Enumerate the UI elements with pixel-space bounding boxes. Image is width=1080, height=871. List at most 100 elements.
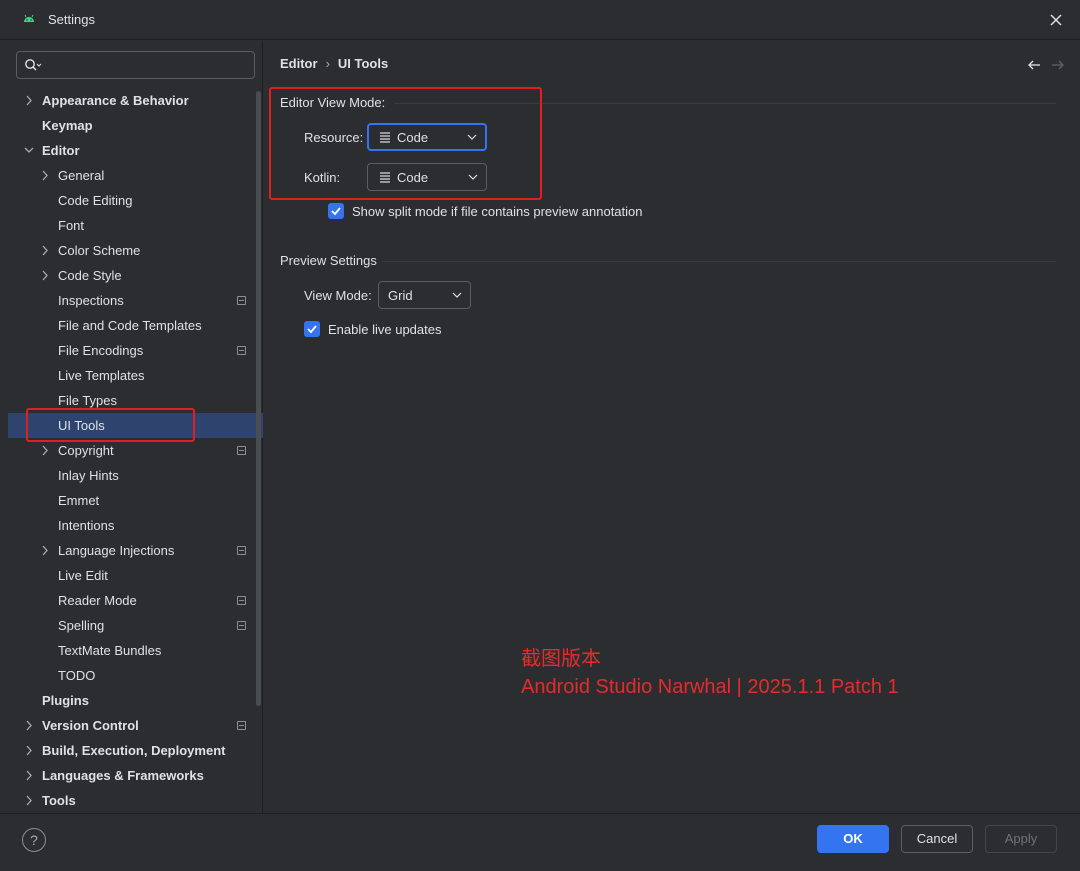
search-input[interactable] <box>16 51 255 79</box>
sidebar-item-reader-mode[interactable]: Reader Mode <box>8 588 263 613</box>
view-mode-value: Grid <box>388 288 413 303</box>
sidebar-item-label: Languages & Frameworks <box>42 768 204 783</box>
project-level-icon <box>237 721 246 730</box>
sidebar-item-label: Appearance & Behavior <box>42 93 189 108</box>
chevron-right-icon[interactable] <box>22 713 36 738</box>
title-bar: Settings <box>0 0 1080 40</box>
sidebar-item-label: Spelling <box>58 618 105 633</box>
group-divider <box>382 261 1056 262</box>
project-level-icon <box>237 621 246 630</box>
project-level-icon <box>237 446 246 455</box>
sidebar-item-label: Live Templates <box>58 368 145 383</box>
live-updates-label[interactable]: Enable live updates <box>328 322 441 337</box>
breadcrumb-separator: › <box>325 56 330 71</box>
sidebar-item-code-style[interactable]: Code Style <box>8 263 263 288</box>
sidebar-item-emmet[interactable]: Emmet <box>8 488 263 513</box>
version-note-title: 截图版本 <box>521 648 601 670</box>
checkmark-icon <box>307 325 317 334</box>
apply-button[interactable]: Apply <box>985 825 1057 853</box>
live-updates-checkbox[interactable] <box>304 321 320 337</box>
sidebar-item-label: Intentions <box>58 518 115 533</box>
split-mode-checkbox[interactable] <box>328 203 344 219</box>
sidebar-item-inlay-hints[interactable]: Inlay Hints <box>8 463 263 488</box>
sidebar-item-intentions[interactable]: Intentions <box>8 513 263 538</box>
sidebar-item-spelling[interactable]: Spelling <box>8 613 263 638</box>
chevron-right-icon[interactable] <box>22 788 36 813</box>
sidebar-scrollbar[interactable] <box>256 91 261 706</box>
preview-settings-title: Preview Settings <box>280 253 377 268</box>
settings-tree: Appearance & Behavior Keymap Editor General… <box>8 88 263 813</box>
sidebar-item-label: Language Injections <box>58 543 175 558</box>
checkmark-icon <box>331 207 341 216</box>
breadcrumb-current: UI Tools <box>337 56 389 71</box>
ok-button[interactable]: OK <box>817 825 889 853</box>
chevron-right-icon[interactable] <box>38 163 52 188</box>
sidebar-item-label: File and Code Templates <box>58 318 202 333</box>
breadcrumb: Editor › UI Tools <box>280 56 388 71</box>
sidebar-item-font[interactable]: Font <box>8 213 263 238</box>
sidebar-item-plugins[interactable]: Plugins <box>8 688 263 713</box>
sidebar-item-keymap[interactable]: Keymap <box>8 113 263 138</box>
ui-tools-highlight <box>26 408 195 442</box>
chevron-right-icon[interactable] <box>38 263 52 288</box>
sidebar-item-textmate-bundles[interactable]: TextMate Bundles <box>8 638 263 663</box>
chevron-down-icon[interactable] <box>22 138 36 163</box>
sidebar-item-label: Version Control <box>42 718 139 733</box>
sidebar-item-label: File Encodings <box>58 343 144 358</box>
split-mode-label[interactable]: Show split mode if file contains preview… <box>352 204 643 219</box>
sidebar-item-label: Editor <box>42 143 80 158</box>
close-icon[interactable] <box>1046 10 1066 30</box>
dialog-footer: ? OK Cancel Apply <box>0 813 1080 871</box>
sidebar-item-live-templates[interactable]: Live Templates <box>8 363 263 388</box>
sidebar-item-label: Font <box>58 218 85 233</box>
sidebar-item-label: TODO <box>58 668 96 683</box>
sidebar-item-label: Live Edit <box>58 568 108 583</box>
view-mode-dropdown[interactable]: Grid <box>378 281 471 309</box>
chevron-right-icon[interactable] <box>38 238 52 263</box>
sidebar-item-build-execution-deployment[interactable]: Build, Execution, Deployment <box>8 738 263 763</box>
chevron-right-icon[interactable] <box>22 763 36 788</box>
project-level-icon <box>237 296 246 305</box>
sidebar-item-label: Tools <box>42 793 76 808</box>
sidebar-item-code-editing[interactable]: Code Editing <box>8 188 263 213</box>
history-navigation <box>1018 57 1066 76</box>
breadcrumb-parent[interactable]: Editor <box>280 56 318 71</box>
help-icon[interactable]: ? <box>22 828 46 852</box>
sidebar-item-version-control[interactable]: Version Control <box>8 713 263 738</box>
project-level-icon <box>237 546 246 555</box>
sidebar-item-file-encodings[interactable]: File Encodings <box>8 338 263 363</box>
chevron-right-icon[interactable] <box>38 538 52 563</box>
cancel-button[interactable]: Cancel <box>901 825 973 853</box>
sidebar-item-label: Inspections <box>58 293 124 308</box>
sidebar-item-tools[interactable]: Tools <box>8 788 263 813</box>
sidebar-item-label: Plugins <box>42 693 89 708</box>
sidebar-item-file-and-code-templates[interactable]: File and Code Templates <box>8 313 263 338</box>
sidebar-item-live-edit[interactable]: Live Edit <box>8 563 263 588</box>
sidebar-item-appearance-behavior[interactable]: Appearance & Behavior <box>8 88 263 113</box>
editor-view-mode-highlight <box>269 87 542 200</box>
project-level-icon <box>237 596 246 605</box>
view-mode-label: View Mode: <box>304 288 372 303</box>
sidebar-item-label: Reader Mode <box>58 593 137 608</box>
sidebar-item-todo[interactable]: TODO <box>8 663 263 688</box>
sidebar-item-general[interactable]: General <box>8 163 263 188</box>
forward-arrow-icon[interactable] <box>1050 57 1066 73</box>
chevron-down-icon <box>452 292 462 298</box>
sidebar-item-label: TextMate Bundles <box>58 643 162 658</box>
chevron-right-icon[interactable] <box>22 88 36 113</box>
sidebar-item-label: Color Scheme <box>58 243 141 258</box>
back-arrow-icon[interactable] <box>1026 57 1042 73</box>
window-title: Settings <box>48 12 95 27</box>
sidebar-item-editor[interactable]: Editor <box>8 138 263 163</box>
sidebar-item-label: Emmet <box>58 493 100 508</box>
sidebar-item-label: Code Editing <box>58 193 133 208</box>
sidebar-item-label: Code Style <box>58 268 122 283</box>
sidebar-item-color-scheme[interactable]: Color Scheme <box>8 238 263 263</box>
sidebar-item-label: General <box>58 168 105 183</box>
sidebar-item-inspections[interactable]: Inspections <box>8 288 263 313</box>
chevron-right-icon[interactable] <box>22 738 36 763</box>
sidebar-item-language-injections[interactable]: Language Injections <box>8 538 263 563</box>
android-icon <box>24 14 34 22</box>
sidebar-item-languages-frameworks[interactable]: Languages & Frameworks <box>8 763 263 788</box>
version-note-text: Android Studio Narwhal | 2025.1.1 Patch … <box>521 676 899 698</box>
